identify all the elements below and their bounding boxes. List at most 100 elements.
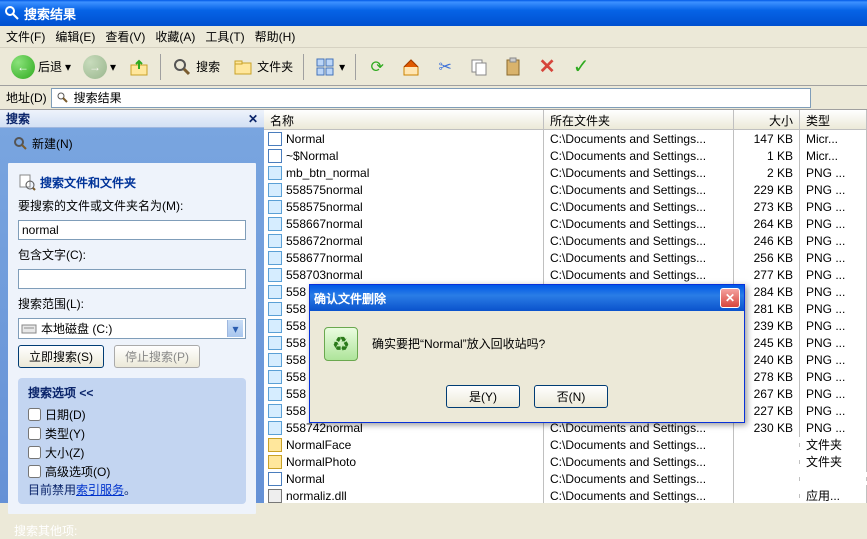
opt-type[interactable]: 类型(Y) [28, 424, 236, 443]
scope-dropdown[interactable]: 本地磁盘 (C:) ▾ [18, 318, 246, 339]
file-icon [268, 166, 282, 180]
file-icon [268, 319, 282, 333]
yes-button[interactable]: 是(Y) [446, 385, 520, 408]
col-name[interactable]: 名称 [264, 110, 544, 129]
file-icon [268, 404, 282, 418]
toolbar: ← 后退 ▾ →▾ 搜索 文件夹 ▾ ⟳ ✂ ✕ ✓ [0, 48, 867, 86]
home-icon [400, 56, 422, 78]
recycle-icon: ♻ [324, 327, 358, 361]
file-icon [268, 421, 282, 435]
menu-file[interactable]: 文件(F) [6, 28, 45, 45]
dialog-close-button[interactable]: ✕ [720, 288, 740, 308]
table-row[interactable]: NormalPhotoC:\Documents and Settings...文… [264, 453, 867, 470]
containing-text-input[interactable] [18, 269, 246, 289]
col-size[interactable]: 大小 [734, 110, 800, 129]
confirm-delete-dialog: 确认文件删除 ✕ ♻ 确实要把“Normal”放入回收站吗? 是(Y) 否(N) [309, 284, 745, 423]
table-row[interactable]: 558703normalC:\Documents and Settings...… [264, 266, 867, 283]
close-icon[interactable]: ✕ [248, 112, 258, 126]
disk-icon [21, 322, 37, 336]
new-search-button[interactable]: 新建(N) [8, 132, 78, 155]
menu-tools[interactable]: 工具(T) [205, 28, 244, 45]
file-icon [268, 489, 282, 503]
back-arrow-icon: ← [11, 55, 35, 79]
search-panel: 搜索文件和文件夹 要搜索的文件或文件夹名为(M): 包含文字(C): 搜索范围(… [8, 163, 256, 514]
address-label: 地址(D) [6, 89, 47, 106]
forward-button[interactable]: →▾ [78, 52, 121, 82]
indexing-status: 目前禁用索引服务。 [28, 481, 236, 498]
file-icon [268, 438, 282, 452]
file-icon [268, 149, 282, 163]
file-icon [268, 472, 282, 486]
panel-title: 搜索文件和文件夹 [40, 174, 136, 191]
search-results-icon [4, 5, 20, 21]
indexing-link[interactable]: 索引服务 [76, 483, 124, 497]
table-row[interactable]: NormalFaceC:\Documents and Settings...文件… [264, 436, 867, 453]
refresh-button[interactable]: ⟳ [361, 53, 393, 81]
views-icon [314, 56, 336, 78]
filename-label: 要搜索的文件或文件夹名为(M): [18, 197, 246, 214]
copy-button[interactable] [463, 53, 495, 81]
table-row[interactable]: normaliz.dllC:\Documents and Settings...… [264, 487, 867, 503]
col-type[interactable]: 类型 [800, 110, 867, 129]
table-row[interactable]: 558677normalC:\Documents and Settings...… [264, 249, 867, 266]
table-row[interactable]: 558672normalC:\Documents and Settings...… [264, 232, 867, 249]
opt-size[interactable]: 大小(Z) [28, 443, 236, 462]
file-icon [268, 370, 282, 384]
up-button[interactable] [123, 53, 155, 81]
file-icon [268, 455, 282, 469]
file-icon [268, 132, 282, 146]
table-row[interactable]: NormalC:\Documents and Settings...147 KB… [264, 130, 867, 147]
search-button[interactable]: 搜索 [166, 53, 225, 81]
table-row[interactable]: NormalC:\Documents and Settings... [264, 470, 867, 487]
menu-view[interactable]: 查看(V) [105, 28, 145, 45]
undo-button[interactable]: ✓ [565, 53, 597, 81]
folders-icon [232, 56, 254, 78]
delete-button[interactable]: ✕ [531, 53, 563, 81]
copy-icon [468, 56, 490, 78]
no-button[interactable]: 否(N) [534, 385, 608, 408]
dropdown-icon: ▾ [110, 60, 116, 74]
search-other-label: 搜索其他项: [0, 522, 264, 539]
chevron-down-icon: ▾ [227, 320, 243, 337]
dialog-message: 确实要把“Normal”放入回收站吗? [372, 327, 545, 352]
table-row[interactable]: 558575normalC:\Documents and Settings...… [264, 181, 867, 198]
search-now-button[interactable]: 立即搜索(S) [18, 345, 104, 368]
table-row[interactable]: mb_btn_normalC:\Documents and Settings..… [264, 164, 867, 181]
menu-help[interactable]: 帮助(H) [255, 28, 296, 45]
stop-search-button: 停止搜索(P) [114, 345, 200, 368]
menu-edit[interactable]: 编辑(E) [55, 28, 95, 45]
cut-button[interactable]: ✂ [429, 53, 461, 81]
window-titlebar: 搜索结果 [0, 0, 867, 26]
file-icon [268, 285, 282, 299]
file-icon [268, 234, 282, 248]
col-path[interactable]: 所在文件夹 [544, 110, 734, 129]
file-icon [268, 336, 282, 350]
filename-input[interactable] [18, 220, 246, 240]
search-docs-icon [18, 173, 36, 191]
table-row[interactable]: ~$NormalC:\Documents and Settings...1 KB… [264, 147, 867, 164]
folders-button[interactable]: 文件夹 [227, 53, 298, 81]
column-headers: 名称 所在文件夹 大小 类型 [264, 110, 867, 130]
home-button[interactable] [395, 53, 427, 81]
menubar: 文件(F) 编辑(E) 查看(V) 收藏(A) 工具(T) 帮助(H) [0, 26, 867, 48]
address-input[interactable]: 搜索结果 [51, 88, 811, 108]
sidebar-header: 搜索 ✕ [0, 110, 264, 128]
paste-button[interactable] [497, 53, 529, 81]
options-header[interactable]: 搜索选项 << [28, 384, 93, 401]
opt-advanced[interactable]: 高级选项(O) [28, 462, 236, 481]
menu-favorites[interactable]: 收藏(A) [155, 28, 195, 45]
table-row[interactable]: 558575normalC:\Documents and Settings...… [264, 198, 867, 215]
new-search-icon [13, 136, 29, 152]
file-icon [268, 353, 282, 367]
file-icon [268, 302, 282, 316]
up-folder-icon [128, 56, 150, 78]
table-row[interactable]: 558667normalC:\Documents and Settings...… [264, 215, 867, 232]
file-icon [268, 268, 282, 282]
views-button[interactable]: ▾ [309, 53, 350, 81]
search-sidebar: 搜索 ✕ 新建(N) 搜索文件和文件夹 要搜索的文件或文件夹名为(M): 包含文… [0, 110, 264, 503]
delete-x-icon: ✕ [536, 56, 558, 78]
back-button[interactable]: ← 后退 ▾ [6, 52, 76, 82]
dropdown-icon: ▾ [339, 60, 345, 74]
file-icon [268, 387, 282, 401]
opt-date[interactable]: 日期(D) [28, 405, 236, 424]
